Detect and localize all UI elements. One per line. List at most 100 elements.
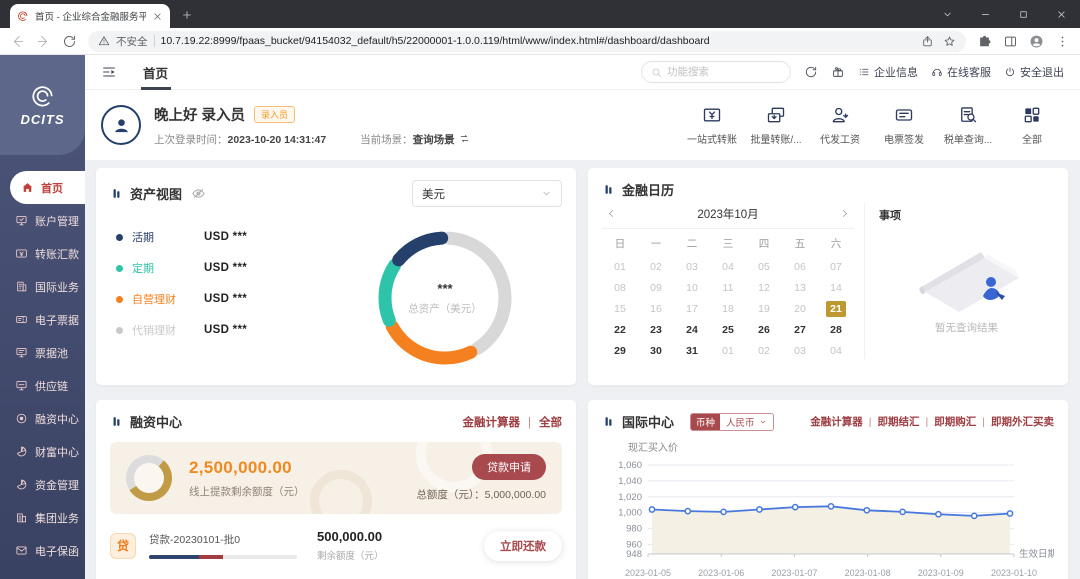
calendar-day[interactable]: 12 xyxy=(746,280,782,296)
browser-tab[interactable]: 首页 - 企业综合金融服务平台 xyxy=(10,4,170,28)
calendar-day[interactable]: 09 xyxy=(638,280,674,296)
calendar-day[interactable]: 18 xyxy=(710,301,746,317)
bookmark-star-icon[interactable] xyxy=(943,35,956,48)
quick-action[interactable]: 税单查询... xyxy=(936,105,1000,146)
panel-link[interactable]: 即期结汇 xyxy=(863,414,920,429)
calendar-day[interactable]: 23 xyxy=(638,322,674,338)
header-link[interactable]: 在线客服 xyxy=(931,64,991,80)
sidebar-item-11[interactable]: 集团业务 xyxy=(0,501,85,534)
calendar-next-icon[interactable] xyxy=(839,208,850,219)
extensions-icon[interactable] xyxy=(977,34,992,49)
app-refresh-icon[interactable] xyxy=(804,65,818,79)
current-scene[interactable]: 当前场景：查询场景 xyxy=(360,132,470,147)
share-icon[interactable] xyxy=(921,35,934,48)
sidebar-item-8[interactable]: 融资中心 xyxy=(0,402,85,435)
quick-action[interactable]: 代发工资 xyxy=(808,105,872,146)
calendar-day[interactable]: 11 xyxy=(710,280,746,296)
address-bar[interactable]: 不安全 10.7.19.22:8999/fpaas_bucket/9415403… xyxy=(88,31,966,52)
app-root: DCITS 首页账户管理转账汇款国际业务电子票据票据池供应链融资中心财富中心资金… xyxy=(0,55,1080,579)
calendar-day[interactable]: 04 xyxy=(818,343,854,359)
calendar-day[interactable]: 08 xyxy=(602,280,638,296)
menu-collapse-icon[interactable] xyxy=(101,64,117,80)
sidebar-item-4[interactable]: 国际业务 xyxy=(0,270,85,303)
sidebar-item-12[interactable]: 电子保函 xyxy=(0,534,85,567)
calendar-day[interactable]: 20 xyxy=(782,301,818,317)
calendar-day[interactable]: 02 xyxy=(746,343,782,359)
calendar-day[interactable]: 17 xyxy=(674,301,710,317)
header-link[interactable]: 安全退出 xyxy=(1004,64,1064,80)
currency-select[interactable]: 美元 xyxy=(412,180,562,207)
calendar-prev-icon[interactable] xyxy=(606,208,617,219)
calendar-day[interactable]: 10 xyxy=(674,280,710,296)
header-link[interactable]: 企业信息 xyxy=(858,64,918,80)
calendar-day[interactable]: 02 xyxy=(638,259,674,275)
scene-switch-icon[interactable] xyxy=(459,133,470,144)
forward-arrow-icon[interactable] xyxy=(36,34,51,49)
building-icon xyxy=(15,511,28,524)
sidebar-item-7[interactable]: 供应链 xyxy=(0,369,85,402)
sidebar-item-10[interactable]: 资金管理 xyxy=(0,468,85,501)
window-close-button[interactable] xyxy=(1042,0,1080,28)
app-logo[interactable]: DCITS xyxy=(0,55,85,155)
calendar-day[interactable]: 15 xyxy=(602,301,638,317)
calendar-day[interactable]: 26 xyxy=(746,322,782,338)
sidebar-item-6[interactable]: 票据池 xyxy=(0,336,85,369)
tab-close-icon[interactable] xyxy=(152,11,163,22)
new-tab-button[interactable] xyxy=(176,4,198,26)
back-arrow-icon[interactable] xyxy=(10,34,25,49)
function-search-box[interactable] xyxy=(641,61,791,83)
window-menu-button[interactable] xyxy=(928,0,966,28)
sidebar-item-1[interactable]: 首页 xyxy=(10,171,85,204)
calendar-day[interactable]: 22 xyxy=(602,322,638,338)
calendar-day[interactable]: 30 xyxy=(638,343,674,359)
calendar-day[interactable]: 14 xyxy=(818,280,854,296)
repay-now-button[interactable]: 立即还款 xyxy=(484,531,562,561)
sidebar-item-5[interactable]: 电子票据 xyxy=(0,303,85,336)
sidebar-item-3[interactable]: 转账汇款 xyxy=(0,237,85,270)
window-maximize-button[interactable] xyxy=(1004,0,1042,28)
panel-link[interactable]: 全部 xyxy=(520,414,562,430)
currency-type-select[interactable]: 币种 人民币 xyxy=(690,413,774,431)
hide-amounts-eye-icon[interactable] xyxy=(191,186,206,201)
gift-icon[interactable] xyxy=(831,65,845,79)
calendar-day[interactable]: 25 xyxy=(710,322,746,338)
sidebar-item-2[interactable]: 账户管理 xyxy=(0,204,85,237)
panel-link[interactable]: 金融计算器 xyxy=(463,414,521,430)
calendar-day[interactable]: 28 xyxy=(818,322,854,338)
window-minimize-button[interactable] xyxy=(966,0,1004,28)
sidebar-item-9[interactable]: 财富中心 xyxy=(0,435,85,468)
calendar-day[interactable]: 06 xyxy=(782,259,818,275)
calendar-day[interactable]: 29 xyxy=(602,343,638,359)
calendar-day[interactable]: 03 xyxy=(782,343,818,359)
page-refresh-icon[interactable] xyxy=(62,34,77,49)
window-controls xyxy=(928,0,1080,28)
panel-link[interactable]: 即期购汇 xyxy=(920,414,977,429)
quick-action[interactable]: 批量转账/... xyxy=(744,105,808,146)
calendar-day[interactable]: 16 xyxy=(638,301,674,317)
quick-action[interactable]: 电票签发 xyxy=(872,105,936,146)
calendar-day[interactable]: 07 xyxy=(818,259,854,275)
search-input[interactable] xyxy=(667,66,781,78)
calendar-day[interactable]: 31 xyxy=(674,343,710,359)
nav-tab-home[interactable]: 首页 xyxy=(139,55,172,90)
calendar-day[interactable]: 05 xyxy=(746,259,782,275)
quick-action[interactable]: 全部 xyxy=(1000,105,1064,146)
calendar-day[interactable]: 19 xyxy=(746,301,782,317)
split-screen-icon[interactable] xyxy=(1003,34,1018,49)
calendar-day[interactable]: 27 xyxy=(782,322,818,338)
calendar-day[interactable]: 01 xyxy=(602,259,638,275)
browser-menu-icon[interactable] xyxy=(1055,34,1070,49)
calendar-day[interactable]: 24 xyxy=(674,322,710,338)
grid-icon xyxy=(1022,105,1042,125)
calendar-day[interactable]: 13 xyxy=(782,280,818,296)
quick-action[interactable]: 一站式转账 xyxy=(680,105,744,146)
panel-link[interactable]: 金融计算器 xyxy=(810,414,863,429)
panel-link[interactable]: 即期外汇买卖 xyxy=(976,414,1054,429)
loan-apply-button[interactable]: 贷款申请 xyxy=(472,454,546,480)
profile-avatar-icon[interactable] xyxy=(1029,34,1044,49)
calendar-day[interactable]: 03 xyxy=(674,259,710,275)
user-avatar[interactable] xyxy=(101,105,141,145)
calendar-day-today[interactable]: 21 xyxy=(826,301,846,317)
calendar-day[interactable]: 04 xyxy=(710,259,746,275)
calendar-day[interactable]: 01 xyxy=(710,343,746,359)
